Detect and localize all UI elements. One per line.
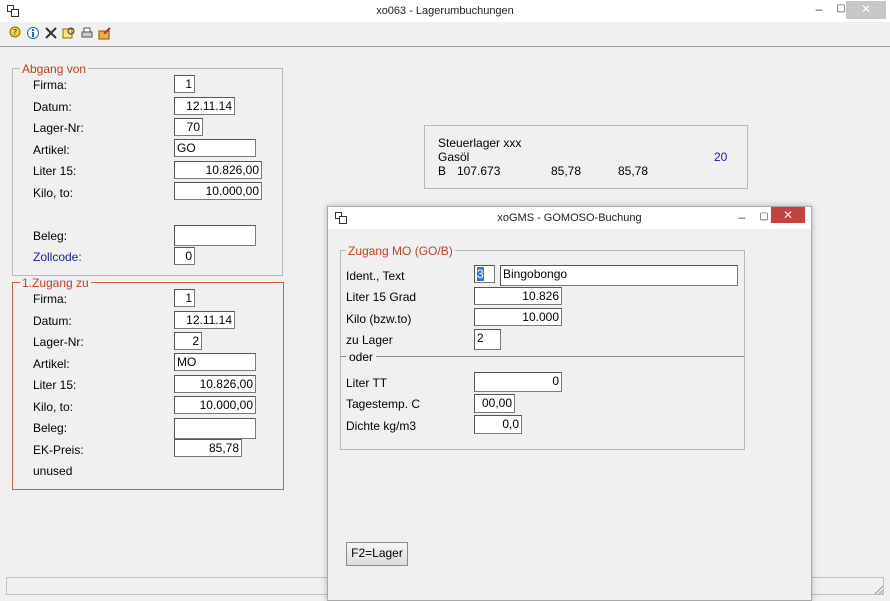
- ident-field[interactable]: 3: [474, 265, 495, 283]
- close-button[interactable]: ✕: [846, 1, 886, 19]
- dichte-field[interactable]: 0,0: [474, 415, 522, 434]
- info-line3-b: 107.673: [457, 164, 501, 178]
- abgang-datum-field[interactable]: 12.11.14: [174, 97, 235, 115]
- zugang-kilo-label: Kilo, to:: [33, 400, 74, 414]
- zugang-artikel-field[interactable]: MO: [174, 353, 256, 371]
- abgang-artikel-field[interactable]: GO: [174, 139, 256, 157]
- zugang-firma-field[interactable]: 1: [174, 289, 195, 307]
- kilo-field[interactable]: 10.000: [474, 308, 562, 326]
- toolbar: [0, 22, 890, 47]
- abgang-liter-label: Liter 15:: [33, 164, 77, 178]
- tagestemp-label: Tagestemp. C: [346, 397, 421, 411]
- abgang-beleg-field[interactable]: [174, 225, 256, 246]
- abgang-artikel-label: Artikel:: [33, 143, 70, 157]
- oder-label: oder: [346, 350, 377, 364]
- info-icon[interactable]: [26, 26, 40, 40]
- info-line3-d: 85,78: [618, 164, 649, 178]
- window-title: xo063 - Lagerumbuchungen: [376, 5, 514, 17]
- svg-text:?: ?: [13, 28, 17, 37]
- zugang-legend: 1.Zugang zu: [20, 276, 91, 290]
- liter15-field[interactable]: 10.826: [474, 287, 562, 305]
- help-icon[interactable]: ?: [8, 26, 22, 40]
- abgang-liter-field[interactable]: 10.826,00: [174, 161, 262, 179]
- export-icon[interactable]: [98, 26, 112, 40]
- search-icon[interactable]: [62, 26, 76, 40]
- litertt-label: Liter TT: [346, 376, 388, 390]
- liter15-label: Liter 15 Grad: [346, 290, 417, 304]
- resize-grip-icon[interactable]: [872, 583, 884, 595]
- zugang-liter-label: Liter 15:: [33, 378, 77, 392]
- zugang-lager-field[interactable]: 2: [174, 332, 202, 350]
- zugang-datum-label: Datum:: [33, 314, 72, 328]
- zugang-liter-field[interactable]: 10.826,00: [174, 375, 256, 393]
- abgang-beleg-label: Beleg:: [33, 229, 68, 243]
- abgang-zollcode-field[interactable]: 0: [174, 247, 195, 265]
- zugang-ekpreis-label: EK-Preis:: [33, 443, 84, 457]
- info-line3-a: B: [438, 164, 447, 178]
- abgang-kilo-label: Kilo, to:: [33, 186, 74, 200]
- info-line3-c: 85,78: [551, 164, 582, 178]
- zugang-firma-label: Firma:: [33, 292, 67, 306]
- f2-lager-button[interactable]: F2=Lager: [346, 542, 408, 566]
- zugang-beleg-field[interactable]: [174, 418, 256, 439]
- abgang-kilo-field[interactable]: 10.000,00: [174, 182, 262, 200]
- zugang-lager-label: Lager-Nr:: [33, 335, 84, 349]
- oder-divider: [340, 356, 744, 357]
- zugang-datum-field[interactable]: 12.11.14: [174, 311, 235, 329]
- zugang-beleg-label: Beleg:: [33, 421, 68, 435]
- kilo-label: Kilo (bzw.to): [346, 312, 412, 326]
- info-line1: Steuerlager xxx: [438, 136, 522, 150]
- delete-icon[interactable]: [44, 26, 58, 40]
- abgang-lager-field[interactable]: 70: [174, 118, 203, 136]
- abgang-datum-label: Datum:: [33, 100, 72, 114]
- zulager-label: zu Lager: [346, 333, 393, 347]
- tagestemp-field[interactable]: 00,00: [474, 394, 515, 413]
- dichte-label: Dichte kg/m3: [346, 419, 417, 433]
- zugang-mo-legend: Zugang MO (GO/B): [346, 244, 455, 258]
- steuerlager-info-box: [424, 125, 748, 189]
- print-icon[interactable]: [80, 26, 94, 40]
- info-line2: Gasöl: [438, 150, 470, 164]
- abgang-zollcode-label[interactable]: Zollcode:: [33, 250, 82, 264]
- zulager-field[interactable]: 2: [474, 329, 501, 350]
- ident-label: Ident., Text: [346, 269, 405, 283]
- abgang-firma-label: Firma:: [33, 78, 67, 92]
- abgang-lager-label: Lager-Nr:: [33, 121, 84, 135]
- zugang-artikel-label: Artikel:: [33, 357, 70, 371]
- ident-text-field[interactable]: Bingobongo: [500, 265, 738, 286]
- dialog-close-button[interactable]: ✕: [771, 207, 805, 223]
- zugang-kilo-field[interactable]: 10.000,00: [174, 396, 256, 414]
- info-line2-value: 20: [714, 150, 728, 164]
- zugang-unused-label: unused: [33, 464, 73, 478]
- abgang-legend: Abgang von: [20, 62, 89, 76]
- zugang-ekpreis-field[interactable]: 85,78: [174, 439, 242, 457]
- ident-value: 3: [477, 267, 484, 281]
- litertt-field[interactable]: 0: [474, 372, 562, 392]
- abgang-firma-field[interactable]: 1: [174, 75, 195, 93]
